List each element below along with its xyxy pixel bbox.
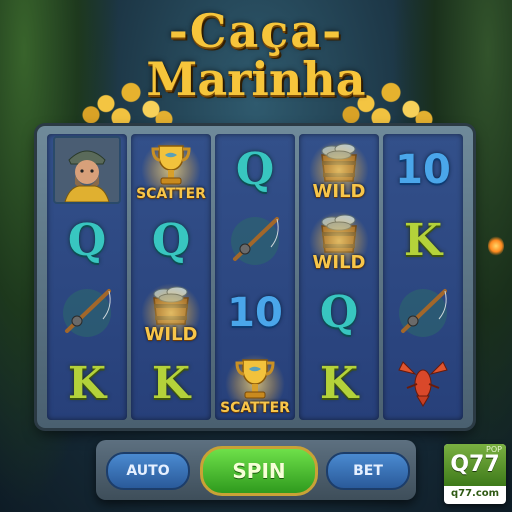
lobster-icon xyxy=(393,354,453,414)
wild-label: WILD xyxy=(312,180,366,202)
fisherman-icon xyxy=(53,135,121,204)
game-title-line1: -Caça- xyxy=(168,4,344,58)
fishing-rod-icon xyxy=(57,283,117,343)
symbol-ten: 10 xyxy=(227,289,283,336)
symbol-k: K xyxy=(319,358,359,410)
reel-4-cell-3: Q xyxy=(299,277,379,349)
symbol-ten: 10 xyxy=(395,146,451,193)
reel-5: 10 K xyxy=(383,134,463,420)
game-title: -Caça- Marinha xyxy=(0,8,512,102)
symbol-k: K xyxy=(403,215,443,267)
reel-4-cell-1: WILD xyxy=(299,134,379,206)
wild-label: WILD xyxy=(144,323,198,345)
trophy-icon xyxy=(233,356,277,402)
reel-3-cell-1: Q xyxy=(215,134,295,206)
spin-button[interactable]: SPIN xyxy=(200,446,318,496)
fishing-rod-icon xyxy=(225,211,285,271)
trophy-icon xyxy=(149,142,193,188)
symbol-q: Q xyxy=(319,286,359,338)
symbol-k: K xyxy=(151,358,191,410)
auto-button[interactable]: AUTO xyxy=(106,452,190,490)
reel-4-cell-2: WILD xyxy=(299,206,379,278)
reel-1-cell-3 xyxy=(47,277,127,349)
reel-2-cell-2: Q xyxy=(131,206,211,278)
reel-3-cell-3: 10 xyxy=(215,277,295,349)
reel-3-cell-2 xyxy=(215,206,295,278)
scatter-label: SCATTER xyxy=(220,400,290,416)
reel-4-cell-4: K xyxy=(299,349,379,421)
logo-domain: q77.com xyxy=(450,488,500,499)
reel-grid: Q K SCATTER Q WILD K Q 10 SCATTER WILD WILD Q K 10 K xyxy=(47,134,463,420)
reel-2-cell-4: K xyxy=(131,349,211,421)
reel-5-cell-2: K xyxy=(383,206,463,278)
reel-1-cell-4: K xyxy=(47,349,127,421)
reel-1-cell-2: Q xyxy=(47,206,127,278)
game-title-line2: Marinha xyxy=(146,52,366,106)
reel-2-cell-1: SCATTER xyxy=(131,134,211,206)
symbol-q: Q xyxy=(67,215,107,267)
reel-2-cell-3: WILD xyxy=(131,277,211,349)
wild-label: WILD xyxy=(312,252,366,273)
reel-3-cell-4: SCATTER xyxy=(215,349,295,421)
control-panel: AUTO SPIN BET xyxy=(96,440,416,500)
logo-brand: Q77 xyxy=(450,452,500,477)
symbol-q: Q xyxy=(235,143,275,195)
reel-frame: Q K SCATTER Q WILD K Q 10 SCATTER WILD WILD Q K 10 K xyxy=(37,126,473,428)
reel-5-cell-4 xyxy=(383,349,463,421)
bet-button[interactable]: BET xyxy=(326,452,410,490)
reel-5-cell-3 xyxy=(383,277,463,349)
reel-1-cell-1 xyxy=(47,134,127,206)
symbol-q: Q xyxy=(151,215,191,267)
site-logo: POP Q77 q77.com xyxy=(444,444,506,504)
reel-3: Q 10 SCATTER xyxy=(215,134,295,420)
reel-5-cell-1: 10 xyxy=(383,134,463,206)
fishing-rod-icon xyxy=(393,283,453,343)
reel-4: WILD WILD Q K xyxy=(299,134,379,420)
reel-1: QK xyxy=(47,134,127,420)
scatter-label: SCATTER xyxy=(136,185,206,202)
reel-2: SCATTER Q WILD K xyxy=(131,134,211,420)
symbol-k: K xyxy=(67,358,107,410)
torch-icon xyxy=(488,236,504,256)
